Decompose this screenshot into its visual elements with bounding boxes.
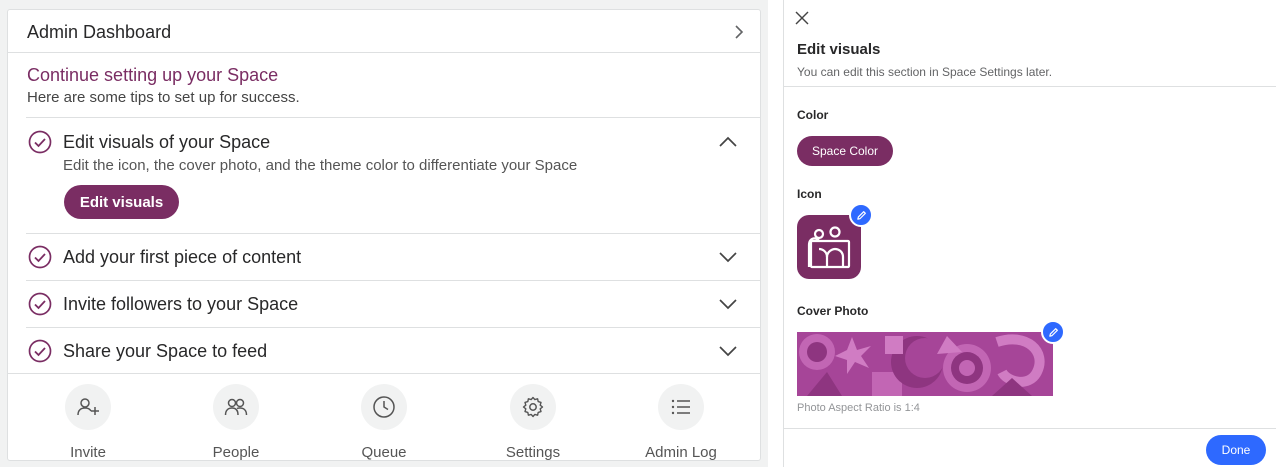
color-label: Color (797, 108, 829, 122)
step-label: Edit visuals of your Space (63, 132, 271, 152)
gear-icon (522, 396, 544, 418)
icon-label: Icon (797, 187, 822, 201)
add-user-icon (77, 398, 99, 416)
invite-icon-circle (65, 384, 111, 430)
settings-button[interactable]: Settings (483, 384, 583, 461)
chevron-down-icon[interactable] (718, 345, 738, 357)
admin-log-button[interactable]: Admin Log (631, 384, 731, 461)
admin-shortcuts: Invite People Queue Settings Admin Log (8, 373, 760, 461)
people-icon (224, 398, 248, 416)
people-label: People (212, 444, 260, 461)
step-invite-followers[interactable]: Invite followers to your Space (26, 280, 760, 327)
step-description: Edit the icon, the cover photo, and the … (63, 157, 578, 174)
admin-dashboard-card: Admin Dashboard Continue setting up your… (7, 9, 761, 461)
step-share-space[interactable]: Share your Space to feed (26, 327, 760, 373)
stage: Admin Dashboard Continue setting up your… (0, 0, 1276, 467)
settings-icon-circle (510, 384, 556, 430)
admin-log-icon-circle (658, 384, 704, 430)
aspect-ratio-note: Photo Aspect Ratio is 1:4 (797, 402, 920, 414)
check-circle-icon (28, 130, 52, 154)
people-icon-circle (213, 384, 259, 430)
space-icon-image[interactable] (797, 215, 861, 279)
panel-subtitle: You can edit this section in Space Setti… (797, 65, 1053, 79)
edit-cover-button[interactable] (1041, 320, 1065, 344)
cover-photo-artwork (797, 332, 1053, 396)
cover-photo-image[interactable] (797, 332, 1053, 396)
check-circle-icon (28, 292, 52, 316)
done-button[interactable]: Done (1206, 435, 1266, 465)
step-label: Add your first piece of content (63, 247, 302, 267)
dashboard-header[interactable]: Admin Dashboard (8, 10, 760, 53)
step-edit-visuals[interactable]: Edit visuals of your Space Edit the icon… (26, 117, 760, 233)
footer-separator (784, 428, 1276, 429)
chevron-right-icon[interactable] (732, 24, 746, 40)
cover-photo-label: Cover Photo (797, 304, 869, 318)
space-color-button[interactable]: Space Color (797, 136, 893, 166)
settings-label: Settings (505, 444, 561, 461)
chevron-down-icon[interactable] (718, 298, 738, 310)
invite-label: Invite (70, 444, 106, 461)
check-circle-icon (28, 339, 52, 363)
admin-log-label: Admin Log (645, 444, 717, 461)
chevron-down-icon[interactable] (718, 251, 738, 263)
close-icon[interactable] (795, 11, 809, 25)
queue-icon-circle (361, 384, 407, 430)
space-icon-artwork (807, 226, 851, 269)
panel-separator (784, 86, 1276, 87)
edit-icon-button[interactable] (849, 203, 873, 227)
step-label: Share your Space to feed (63, 341, 268, 361)
pencil-icon (1048, 327, 1058, 337)
step-label: Invite followers to your Space (63, 294, 299, 314)
edit-visuals-button[interactable]: Edit visuals (64, 185, 179, 219)
panel-title: Edit visuals (797, 41, 881, 58)
step-add-content[interactable]: Add your first piece of content (26, 233, 760, 280)
panel-divider (783, 0, 784, 467)
dashboard-title: Admin Dashboard (27, 22, 172, 42)
chevron-up-icon[interactable] (718, 136, 738, 148)
check-circle-icon (28, 245, 52, 269)
pencil-icon (856, 210, 866, 220)
people-button[interactable]: People (186, 384, 286, 461)
clock-icon (373, 396, 395, 418)
queue-button[interactable]: Queue (334, 384, 434, 461)
queue-label: Queue (361, 444, 407, 461)
list-icon (671, 399, 690, 415)
invite-button[interactable]: Invite (38, 384, 138, 461)
setup-title: Continue setting up your Space (27, 65, 279, 85)
setup-subtitle: Here are some tips to set up for success… (27, 89, 300, 106)
